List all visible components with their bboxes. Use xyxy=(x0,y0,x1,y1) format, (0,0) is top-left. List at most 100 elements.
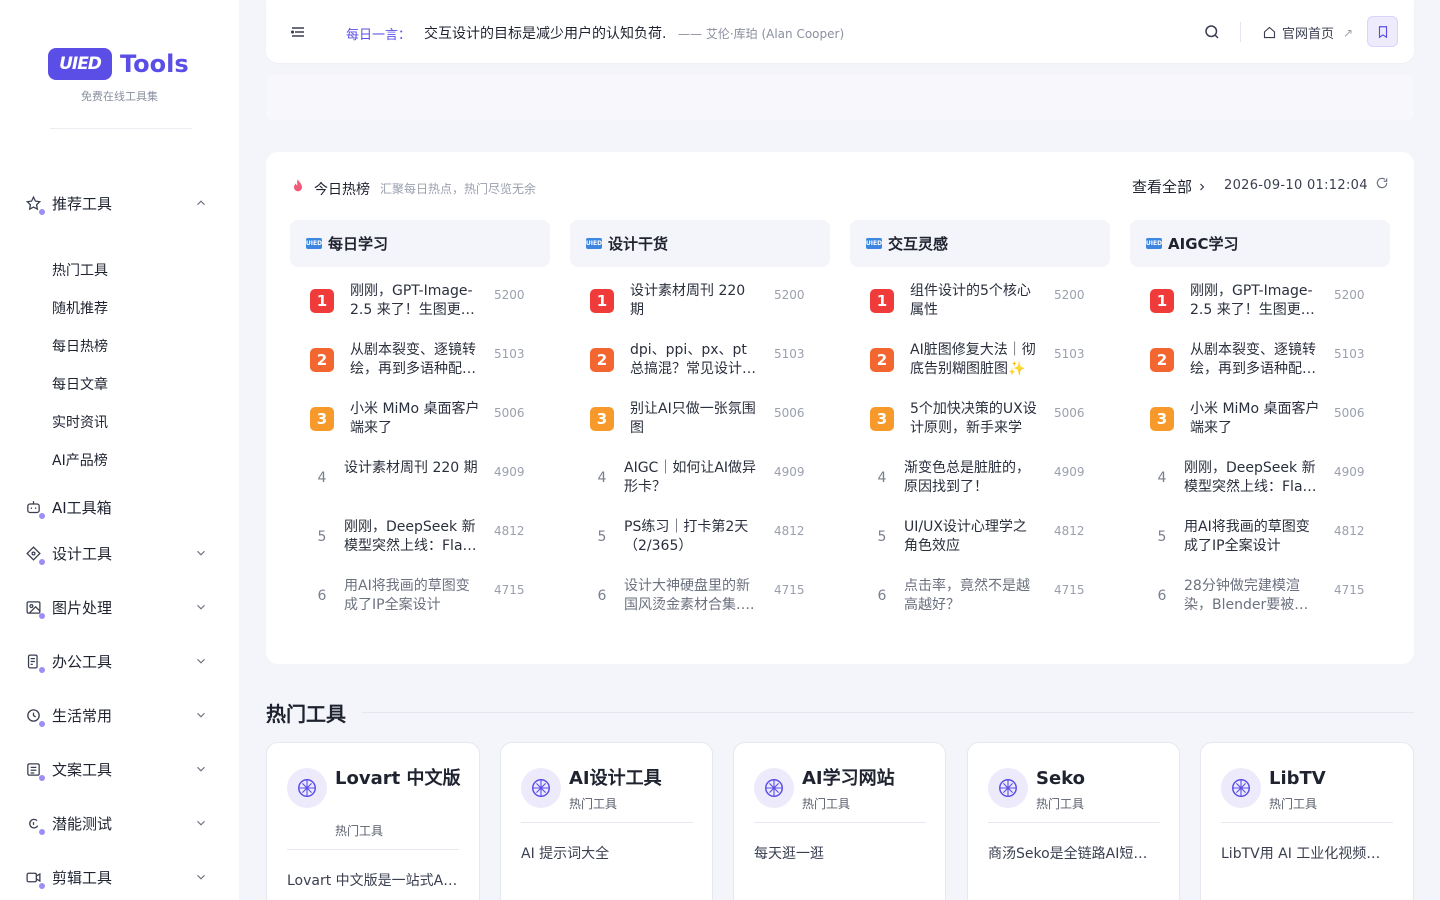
hot-list-item[interactable]: 1 刚刚，GPT-Image-2.5 来了！生图更… 5200 xyxy=(1130,282,1390,332)
tool-card-description: 每天逛一逛 xyxy=(754,846,824,862)
hot-column-header[interactable]: UIED AIGC学习 xyxy=(1130,220,1390,267)
hot-column-header[interactable]: UIED 每日学习 xyxy=(290,220,550,267)
globe-icon xyxy=(754,768,794,808)
hot-column-title: 每日学习 xyxy=(328,235,389,253)
hot-list-item[interactable]: 1 组件设计的5个核心属性 5200 xyxy=(850,282,1110,332)
hot-list-item[interactable]: 1 设计素材周刊 220 期 5200 xyxy=(570,282,830,332)
hot-item-title: dpi、ppi、px、pt 总搞混？常见设计… xyxy=(630,342,756,377)
hot-item-count: 5006 xyxy=(774,406,805,420)
sub-item-hot-tools[interactable]: 热门工具 xyxy=(52,260,108,280)
sub-item-random[interactable]: 随机推荐 xyxy=(52,298,108,318)
hot-list-item[interactable]: 2 AI脏图修复大法｜彻底告别糊图脏图✨ 5103 xyxy=(850,341,1110,391)
tool-card[interactable]: AI学习网站 热门工具 每天逛一逛 xyxy=(733,742,946,900)
hot-item-count: 5103 xyxy=(1054,347,1085,361)
nav-daily-life-label: 生活常用 xyxy=(52,706,113,725)
hot-item-count: 4715 xyxy=(774,583,805,597)
hot-list-item[interactable]: 6 用AI将我画的草图变成了IP全案设计 4715 xyxy=(290,577,550,627)
tool-card-tag: 热门工具 xyxy=(1269,797,1318,811)
logo[interactable]: UIED Tools xyxy=(48,48,189,80)
hot-list-item[interactable]: 3 小米 MiMo 桌面客户端来了 5006 xyxy=(1130,400,1390,450)
hot-item-title: 刚刚，DeepSeek 新模型突然上线：Fla… xyxy=(1184,460,1317,495)
hot-item-title: 设计素材周刊 220 期 xyxy=(630,283,746,318)
hot-list-item[interactable]: 3 别让AI只做一张氛围图 5006 xyxy=(570,400,830,450)
globe-icon xyxy=(287,768,327,808)
globe-icon xyxy=(1221,768,1261,808)
chevron-down-icon xyxy=(197,820,205,826)
hot-list-item[interactable]: 2 dpi、ppi、px、pt 总搞混？常见设计… 5103 xyxy=(570,341,830,391)
bookmark-button[interactable] xyxy=(1367,16,1398,47)
hot-list-item[interactable]: 4 AIGC｜如何让AI做异形卡？ 4909 xyxy=(570,459,830,509)
hot-item-count: 5103 xyxy=(1334,347,1365,361)
hot-list-item[interactable]: 2 从剧本裂变、逐镜转绘，再到多语种配… 5103 xyxy=(1130,341,1390,391)
hot-column-header[interactable]: UIED 交互灵感 xyxy=(850,220,1110,267)
hot-list-item[interactable]: 1 刚刚，GPT-Image-2.5 来了！生图更… 5200 xyxy=(290,282,550,332)
nav-video-editing[interactable]: 剪辑工具 xyxy=(24,863,214,891)
view-all-link[interactable]: 查看全部 xyxy=(1132,176,1208,197)
refresh-icon[interactable] xyxy=(1375,176,1389,190)
tool-card[interactable]: Lovart 中文版 热门工具 Lovart 中文版是一站式A… xyxy=(266,742,480,900)
hot-list-item[interactable]: 3 小米 MiMo 桌面客户端来了 5006 xyxy=(290,400,550,450)
hot-item-title: 28分钟做完建模渲染，Blender要被… xyxy=(1184,578,1309,613)
hot-list-item[interactable]: 6 28分钟做完建模渲染，Blender要被… 4715 xyxy=(1130,577,1390,627)
nav-ai-toolbox[interactable]: AI工具箱 xyxy=(24,493,214,521)
nav-image-processing[interactable]: 图片处理 xyxy=(24,593,214,621)
hot-list-item[interactable]: 5 用AI将我画的草图变成了IP全案设计 4812 xyxy=(1130,518,1390,568)
document-icon xyxy=(24,760,45,781)
rank-badge: 4 xyxy=(877,470,887,486)
nav-recommended-label: 推荐工具 xyxy=(52,194,113,213)
tool-card[interactable]: AI设计工具 热门工具 AI 提示词大全 xyxy=(500,742,713,900)
home-link[interactable]: 官网首页 ↗ xyxy=(1262,23,1353,42)
tool-card-title: LibTV xyxy=(1269,768,1326,789)
hot-item-count: 4909 xyxy=(1334,465,1365,479)
rank-badge: 3 xyxy=(590,407,614,431)
quote-label: 每日一言： xyxy=(346,28,412,43)
hot-list-item[interactable]: 4 渐变色总是脏脏的，原因找到了！ 4909 xyxy=(850,459,1110,509)
hot-list-item[interactable]: 5 UI/UX设计心理学之角色效应 4812 xyxy=(850,518,1110,568)
hot-item-count: 5103 xyxy=(774,347,805,361)
menu-icon[interactable] xyxy=(290,24,306,40)
sub-item-daily-articles[interactable]: 每日文章 xyxy=(52,374,108,394)
sub-item-ai-ranking[interactable]: AI产品榜 xyxy=(52,450,108,470)
quote-author: —— 艾伦·库珀 (Alan Cooper) xyxy=(678,27,845,41)
nav-daily-life[interactable]: 生活常用 xyxy=(24,701,214,729)
nav-recommended[interactable]: 推荐工具 xyxy=(24,189,214,217)
nav-design-tools[interactable]: 设计工具 xyxy=(24,539,214,567)
sub-item-news[interactable]: 实时资讯 xyxy=(52,412,108,432)
sub-item-daily-hot[interactable]: 每日热榜 xyxy=(52,336,108,356)
rank-badge: 4 xyxy=(597,470,607,486)
rank-badge: 5 xyxy=(317,529,327,545)
hot-list-item[interactable]: 6 点击率，竟然不是越高越好？ 4715 xyxy=(850,577,1110,627)
quote-text: 交互设计的目标是减少用户的认知负荷. xyxy=(424,26,667,42)
hot-list-item[interactable]: 5 PS练习｜打卡第2天（2/365） 4812 xyxy=(570,518,830,568)
hot-item-title: UI/UX设计心理学之角色效应 xyxy=(904,519,1027,554)
divider xyxy=(1240,22,1241,42)
nav-copywriting[interactable]: 文案工具 xyxy=(24,755,214,783)
hot-list-item[interactable]: 4 设计素材周刊 220 期 4909 xyxy=(290,459,550,509)
hot-list-item[interactable]: 3 5个加快决策的UX设计原则，新手来学 5006 xyxy=(850,400,1110,450)
hot-item-title: 从剧本裂变、逐镜转绘，再到多语种配… xyxy=(350,342,476,377)
hot-item-title: 用AI将我画的草图变成了IP全案设计 xyxy=(1184,519,1310,554)
hot-item-count: 4812 xyxy=(774,524,805,538)
tool-card[interactable]: LibTV 热门工具 LibTV用 AI 工业化视频… xyxy=(1200,742,1414,900)
nav-office-tools[interactable]: 办公工具 xyxy=(24,647,214,675)
tool-card-title: AI设计工具 xyxy=(569,768,662,789)
hot-item-count: 5200 xyxy=(1054,288,1085,302)
hot-list-item[interactable]: 5 刚刚，DeepSeek 新模型突然上线：Fla… 4812 xyxy=(290,518,550,568)
hot-list-item[interactable]: 6 设计大神硬盘里的新国风烫金素材合集…. 4715 xyxy=(570,577,830,627)
rank-badge: 1 xyxy=(870,289,894,313)
hot-item-title: 别让AI只做一张氛围图 xyxy=(630,401,756,436)
nav-copywriting-label: 文案工具 xyxy=(52,760,113,779)
hot-list-item[interactable]: 2 从剧本裂变、逐镜转绘，再到多语种配… 5103 xyxy=(290,341,550,391)
hot-item-title: 小米 MiMo 桌面客户端来了 xyxy=(1190,401,1320,436)
nav-ai-toolbox-label: AI工具箱 xyxy=(52,498,112,517)
hot-item-count: 4715 xyxy=(1054,583,1085,597)
nav-video-editing-label: 剪辑工具 xyxy=(52,868,113,887)
hot-column-header[interactable]: UIED 设计干货 xyxy=(570,220,830,267)
search-icon[interactable] xyxy=(1203,23,1221,41)
image-icon xyxy=(24,598,45,619)
nav-potential-test[interactable]: 潜能测试 xyxy=(24,809,214,837)
hot-item-count: 4909 xyxy=(494,465,525,479)
card-divider xyxy=(1221,822,1393,823)
tool-card[interactable]: Seko 热门工具 商汤Seko是全链路AI短… xyxy=(967,742,1180,900)
hot-list-item[interactable]: 4 刚刚，DeepSeek 新模型突然上线：Fla… 4909 xyxy=(1130,459,1390,509)
